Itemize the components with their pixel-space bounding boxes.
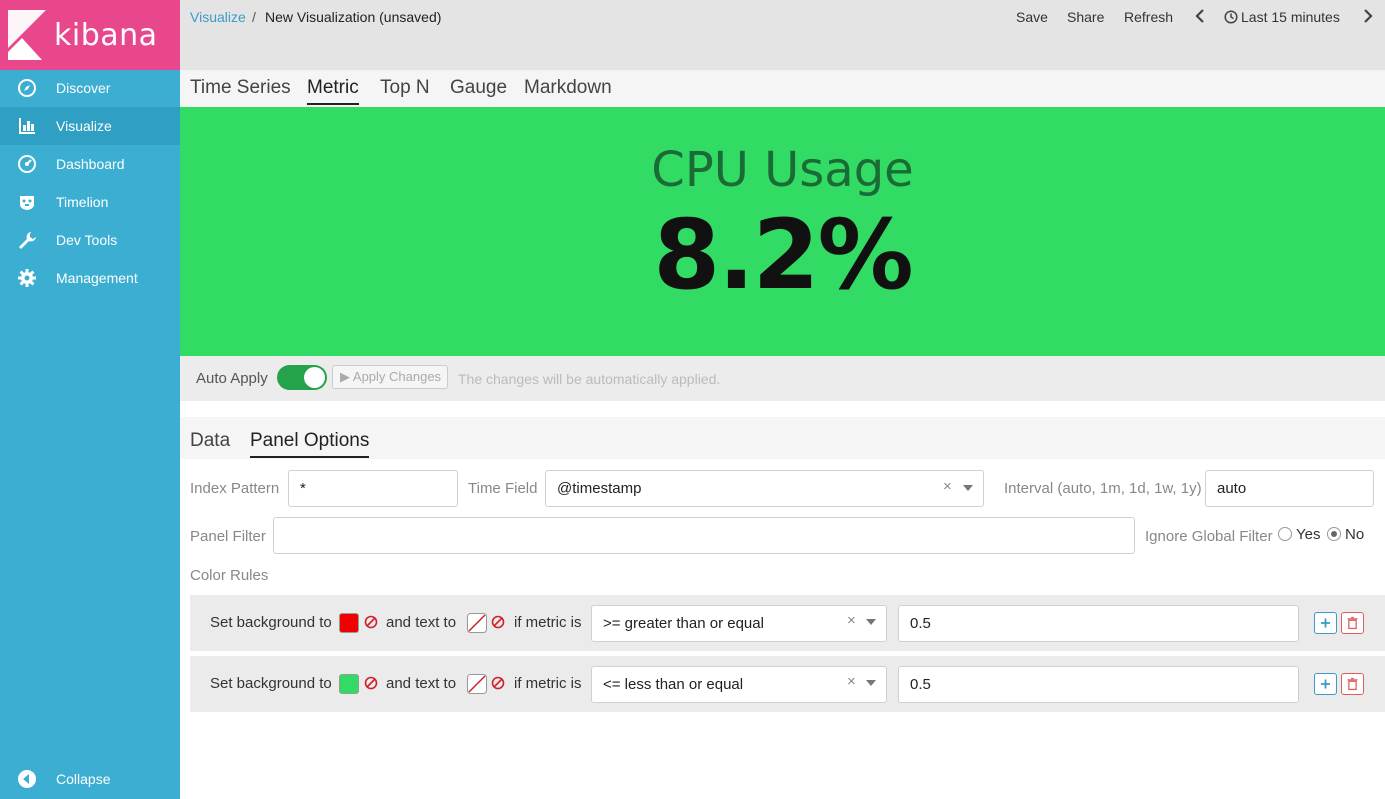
clock-icon	[1224, 10, 1238, 24]
time-field-label: Time Field	[468, 480, 538, 497]
operator-select[interactable]: >= greater than or equal	[591, 605, 887, 642]
clear-icon[interactable]: ×	[847, 612, 856, 629]
and-text-label: and text to	[386, 675, 457, 692]
sidebar: kibana Discover Visualize Dashboard Time…	[0, 0, 180, 799]
time-picker[interactable]: Last 15 minutes	[1241, 9, 1340, 25]
sidebar-item-visualize[interactable]: Visualize	[0, 107, 180, 145]
rule-value-input[interactable]: 0.5	[898, 666, 1299, 703]
sidebar-item-discover[interactable]: Discover	[0, 69, 180, 107]
index-pattern-input[interactable]: *	[288, 470, 458, 507]
set-background-label: Set background to	[210, 675, 332, 692]
tab-panel-options[interactable]: Panel Options	[250, 430, 370, 458]
clear-icon[interactable]: ×	[847, 673, 856, 690]
metric-visualization: CPU Usage 8.2%	[180, 107, 1385, 356]
tab-markdown[interactable]: Markdown	[524, 77, 612, 99]
clear-color-icon[interactable]	[491, 615, 505, 629]
sidebar-item-label: Timelion	[56, 194, 109, 210]
tab-metric[interactable]: Metric	[307, 77, 359, 105]
if-metric-label: if metric is	[514, 614, 582, 631]
sidebar-item-label: Dashboard	[56, 156, 125, 172]
background-color-swatch[interactable]	[339, 613, 359, 633]
sidebar-item-timelion[interactable]: Timelion	[0, 183, 180, 221]
sidebar-item-label: Visualize	[56, 118, 112, 134]
sidebar-item-dashboard[interactable]: Dashboard	[0, 145, 180, 183]
chevron-down-icon[interactable]	[866, 619, 876, 625]
interval-label: Interval (auto, 1m, 1d, 1w, 1y)	[1004, 480, 1202, 497]
breadcrumb-current: New Visualization (unsaved)	[265, 9, 442, 25]
index-pattern-label: Index Pattern	[190, 480, 280, 497]
metric-value: 8.2%	[653, 199, 913, 311]
dashboard-icon	[18, 155, 36, 173]
breadcrumb-visualize-link[interactable]: Visualize	[190, 9, 246, 25]
clear-icon[interactable]: ×	[943, 478, 952, 495]
color-rule-row: Set background to and text to if metric …	[190, 595, 1385, 651]
timelion-icon	[20, 196, 34, 210]
text-color-swatch[interactable]	[467, 674, 487, 694]
chevron-down-icon[interactable]	[866, 680, 876, 686]
chevron-left-icon[interactable]	[1194, 7, 1206, 25]
toggle-knob	[304, 367, 325, 388]
collapse-button[interactable]: Collapse	[0, 760, 180, 798]
sidebar-item-label: Dev Tools	[56, 232, 118, 248]
apply-note: The changes will be automatically applie…	[458, 371, 721, 387]
clear-color-icon[interactable]	[364, 676, 378, 690]
trash-icon[interactable]	[1341, 612, 1364, 634]
tab-data[interactable]: Data	[190, 430, 230, 452]
tab-gauge[interactable]: Gauge	[450, 77, 507, 99]
sidebar-item-dev-tools[interactable]: Dev Tools	[0, 221, 180, 259]
text-color-swatch[interactable]	[467, 613, 487, 633]
bar-chart-icon	[19, 118, 35, 134]
options-area: Data Panel Options Index Pattern * Time …	[180, 401, 1385, 799]
panel-filter-input[interactable]	[273, 517, 1135, 554]
gear-icon	[18, 269, 36, 287]
metric-title: CPU Usage	[651, 142, 914, 198]
logo-text: kibana	[54, 18, 158, 53]
kibana-logo-icon	[8, 10, 46, 60]
background-color-swatch[interactable]	[339, 674, 359, 694]
visualization-type-tabs: Time Series Metric Top N Gauge Markdown	[180, 70, 1385, 107]
wrench-icon	[19, 232, 36, 249]
top-nav: Visualize / New Visualization (unsaved) …	[180, 0, 1385, 70]
color-rules-label: Color Rules	[190, 567, 269, 584]
color-rule-row: Set background to and text to if metric …	[190, 656, 1385, 712]
auto-apply-label: Auto Apply	[196, 370, 268, 387]
chevron-right-icon[interactable]	[1362, 7, 1374, 25]
chevron-down-icon[interactable]	[963, 485, 973, 491]
sidebar-item-label: Discover	[56, 80, 111, 96]
rule-value-input[interactable]: 0.5	[898, 605, 1299, 642]
compass-icon	[18, 79, 36, 97]
operator-select[interactable]: <= less than or equal	[591, 666, 887, 703]
time-field-select[interactable]: @timestamp	[545, 470, 984, 507]
apply-bar: Auto Apply ▶ Apply Changes The changes w…	[180, 356, 1385, 401]
apply-changes-button[interactable]: ▶ Apply Changes	[332, 365, 448, 389]
breadcrumb-separator: /	[252, 9, 256, 25]
refresh-button[interactable]: Refresh	[1124, 9, 1173, 25]
tab-time-series[interactable]: Time Series	[190, 77, 291, 99]
clear-color-icon[interactable]	[364, 615, 378, 629]
sidebar-item-label: Management	[56, 270, 138, 286]
ignore-global-filter-yes-radio[interactable]	[1278, 527, 1292, 541]
trash-icon[interactable]	[1341, 673, 1364, 695]
if-metric-label: if metric is	[514, 675, 582, 692]
panel-filter-label: Panel Filter	[190, 528, 266, 545]
share-button[interactable]: Share	[1067, 9, 1104, 25]
collapse-label: Collapse	[56, 771, 111, 787]
yes-label: Yes	[1296, 526, 1321, 543]
sidebar-item-management[interactable]: Management	[0, 259, 180, 297]
and-text-label: and text to	[386, 614, 457, 631]
tab-top-n[interactable]: Top N	[380, 77, 430, 99]
add-rule-button[interactable]	[1314, 673, 1337, 695]
kibana-logo[interactable]: kibana	[0, 0, 180, 70]
no-label: No	[1345, 526, 1365, 543]
set-background-label: Set background to	[210, 614, 332, 631]
options-tabs: Data Panel Options	[180, 417, 1385, 459]
add-rule-button[interactable]	[1314, 612, 1337, 634]
collapse-icon	[18, 770, 36, 788]
save-button[interactable]: Save	[1016, 9, 1048, 25]
clear-color-icon[interactable]	[491, 676, 505, 690]
interval-input[interactable]: auto	[1205, 470, 1374, 507]
ignore-global-filter-label: Ignore Global Filter	[1145, 528, 1273, 545]
auto-apply-toggle[interactable]	[277, 365, 327, 390]
ignore-global-filter-no-radio[interactable]	[1327, 527, 1341, 541]
